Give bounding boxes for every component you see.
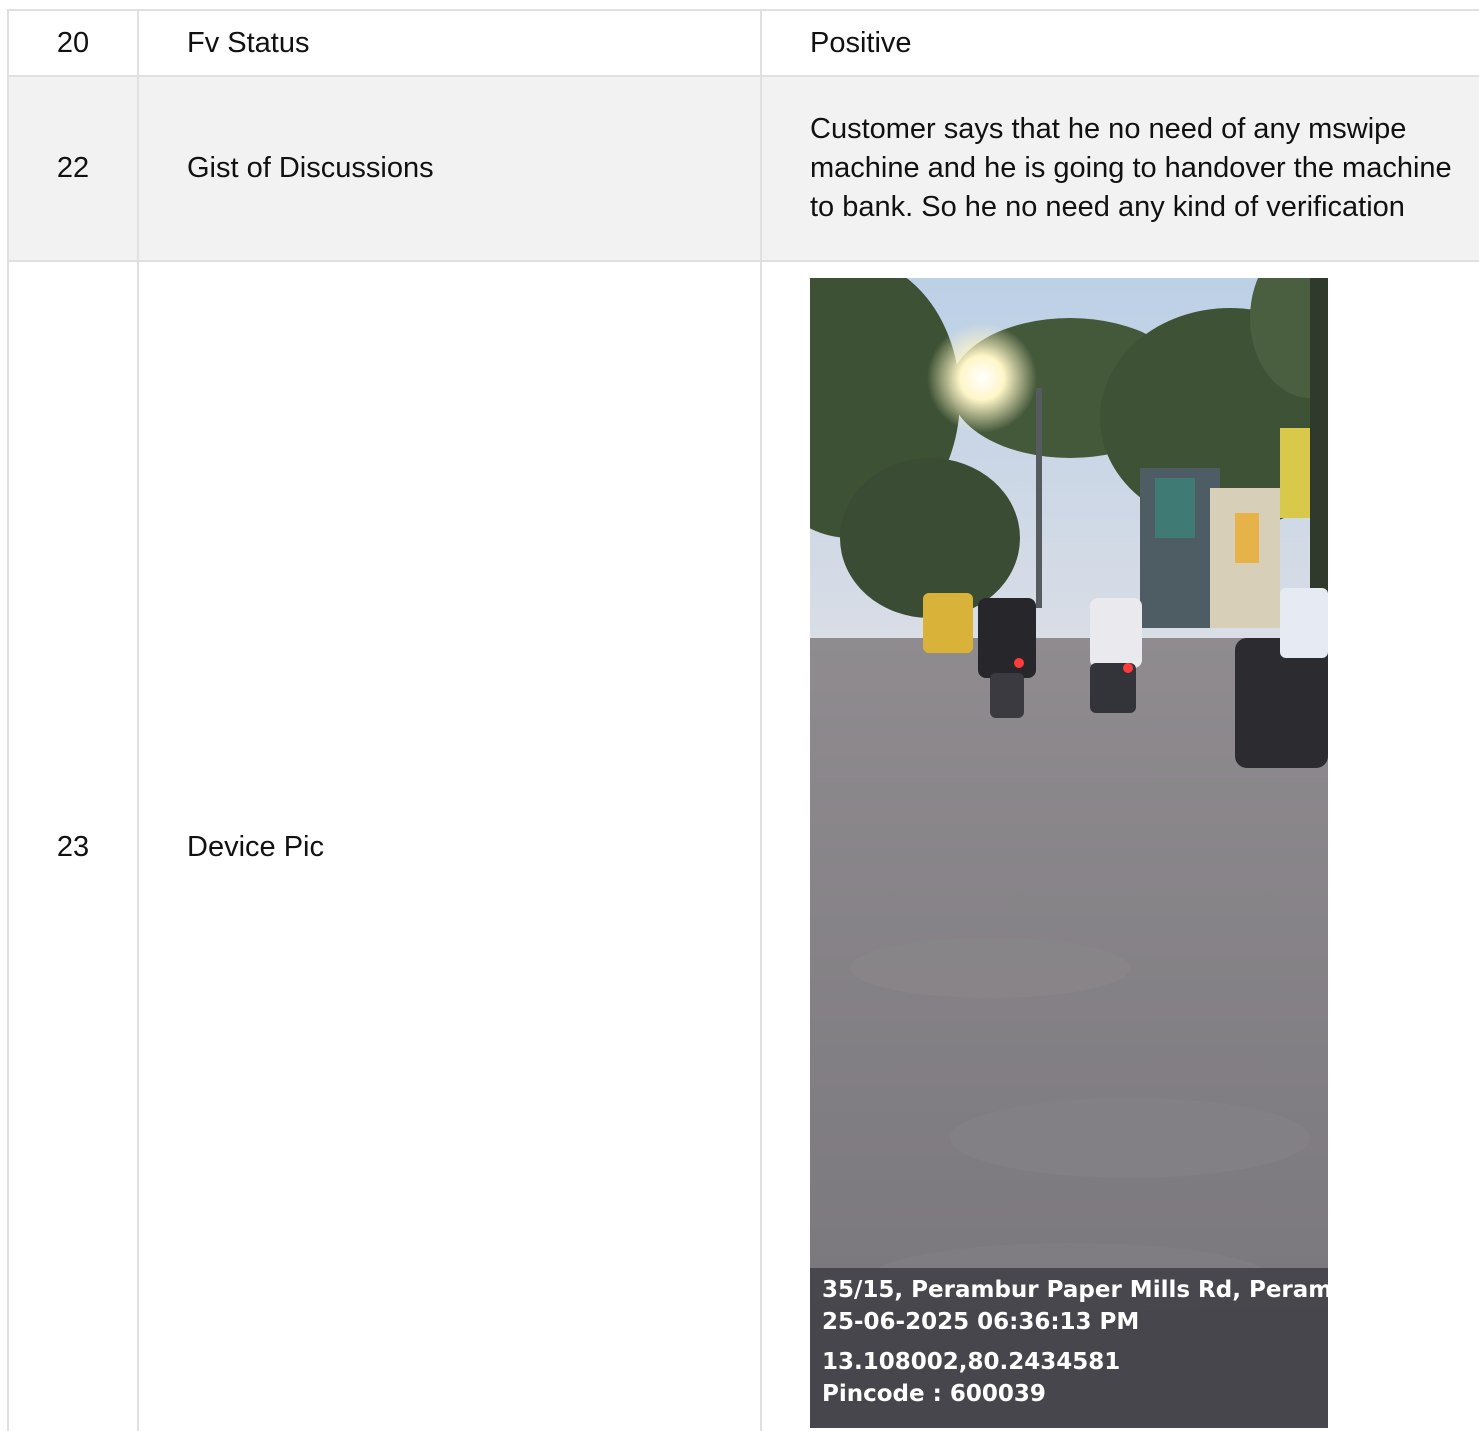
- table-row: 22 Gist of Discussions Customer says tha…: [7, 75, 1479, 262]
- verification-table: 20 Fv Status Positive 22 Gist of Discuss…: [7, 9, 1479, 1431]
- row-value: Positive: [760, 9, 1479, 77]
- row-number: 22: [7, 75, 139, 262]
- row-label: Fv Status: [137, 9, 762, 77]
- table-row: 20 Fv Status Positive: [7, 9, 1479, 77]
- geo-timestamp-overlay: 35/15, Perambur Paper Mills Rd, Perambur…: [810, 1268, 1328, 1428]
- photo-address: 35/15, Perambur Paper Mills Rd, Perambur…: [822, 1277, 1328, 1303]
- row-number: 20: [7, 9, 139, 77]
- row-value: Customer says that he no need of any msw…: [760, 75, 1479, 262]
- photo-pincode: Pincode : 600039: [822, 1381, 1046, 1407]
- device-photo[interactable]: 35/15, Perambur Paper Mills Rd, Perambur…: [810, 278, 1328, 1428]
- row-label: Device Pic: [137, 260, 762, 1431]
- report-page: 20 Fv Status Positive 22 Gist of Discuss…: [0, 0, 1479, 1431]
- row-number: 23: [7, 260, 139, 1431]
- photo-datetime: 25-06-2025 06:36:13 PM: [822, 1309, 1140, 1335]
- row-label: Gist of Discussions: [137, 75, 762, 262]
- photo-coordinates: 13.108002,80.2434581: [822, 1349, 1121, 1375]
- street-scene-image: [810, 278, 1328, 1428]
- row-value: 35/15, Perambur Paper Mills Rd, Perambur…: [760, 260, 1479, 1431]
- table-row: 23 Device Pic 35/15, Perambur Paper Mill…: [7, 260, 1479, 1431]
